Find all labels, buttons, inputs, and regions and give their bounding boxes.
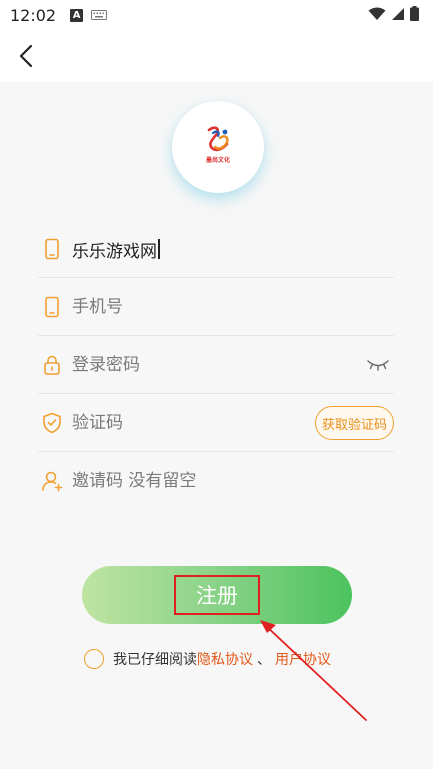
signal-icon	[392, 7, 404, 20]
register-button-label: 注册	[174, 575, 260, 615]
get-verify-code-button[interactable]: 获取验证码	[314, 406, 394, 440]
wifi-icon	[368, 7, 386, 20]
eye-closed-icon[interactable]	[366, 358, 390, 372]
verify-code-input[interactable]	[72, 408, 315, 438]
verify-code-row: 获取验证码	[38, 394, 394, 452]
password-row	[38, 336, 394, 394]
back-arrow-icon[interactable]	[12, 40, 42, 72]
top-bar	[0, 30, 433, 82]
phone-row	[38, 278, 394, 336]
phone-input[interactable]	[72, 292, 394, 322]
status-time: 12:02	[10, 5, 57, 25]
register-button[interactable]: 注册	[82, 566, 352, 624]
invite-code-input[interactable]	[72, 466, 394, 496]
agreement-prefix: 我已仔细阅读	[113, 652, 197, 668]
agreement-checkbox[interactable]	[84, 649, 104, 669]
app-logo: 墨尚文化 ​	[172, 101, 264, 193]
logo-brand-text: 墨尚文化	[205, 157, 230, 164]
register-screen: 12:02 A 墨尚文化 乐乐游戏网 手机号 验证码 获取验证码 邀请码 没有留…	[0, 0, 433, 769]
username-value: 乐乐游戏网	[72, 241, 157, 262]
keyboard-icon	[91, 10, 108, 20]
text-caret	[158, 239, 160, 259]
password-input[interactable]	[72, 350, 366, 380]
privacy-policy-link[interactable]: 隐私协议	[197, 649, 253, 669]
user-add-icon	[42, 471, 63, 492]
phone-icon	[45, 296, 59, 318]
lock-icon	[44, 355, 60, 375]
invite-code-row	[38, 452, 394, 510]
logo-mark-icon	[207, 126, 229, 152]
agreement-separator: 、	[257, 652, 271, 668]
username-field[interactable]: 乐乐游戏网	[72, 237, 160, 262]
battery-icon	[410, 6, 419, 21]
notification-badge: A	[70, 8, 84, 22]
phone-icon	[45, 238, 59, 260]
status-bar: 12:02 A	[0, 0, 433, 30]
agreement-row: 我已仔细阅读 隐私协议 、 用户协议	[84, 648, 331, 670]
status-icons	[368, 6, 419, 21]
user-agreement-link[interactable]: 用户协议	[275, 649, 331, 669]
username-row: 乐乐游戏网	[38, 220, 394, 278]
shield-check-icon	[43, 412, 61, 434]
